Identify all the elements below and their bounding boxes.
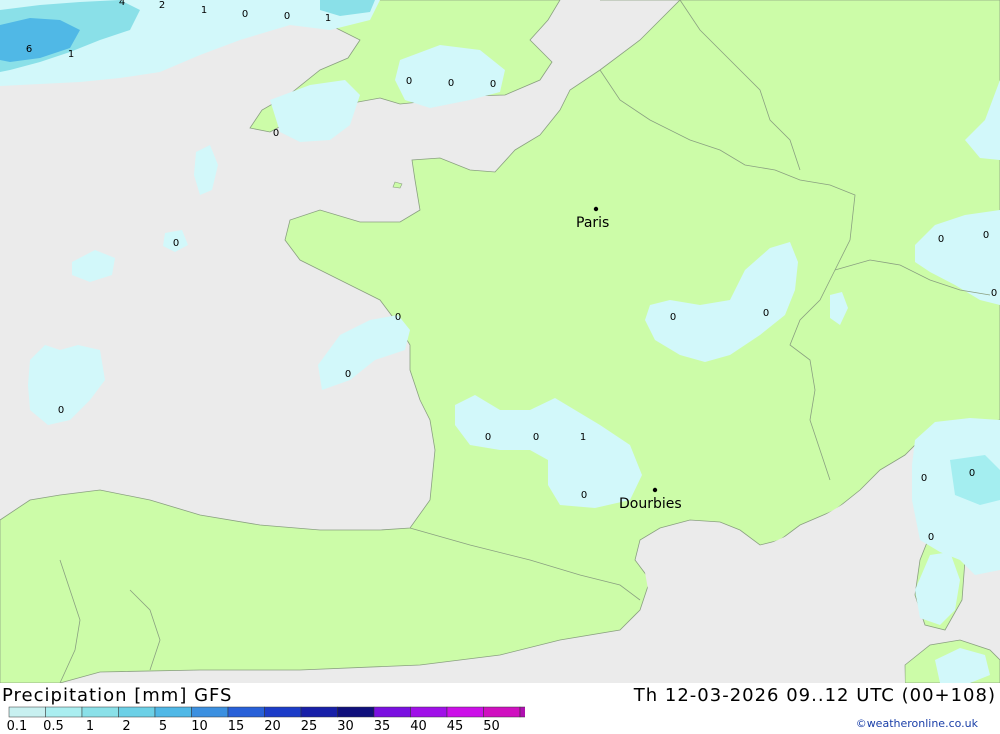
legend-swatch	[154, 706, 192, 718]
value-label: 0	[485, 432, 491, 443]
value-label: 0	[938, 234, 944, 245]
value-label: 2	[159, 0, 165, 11]
value-label: 4	[119, 0, 125, 8]
value-label: 0	[969, 468, 975, 479]
legend-tick-label: 30	[337, 719, 354, 734]
legend-swatch	[227, 706, 265, 718]
value-label: 0	[983, 230, 989, 241]
city-label: Paris	[576, 215, 609, 231]
legend-tick-label: 35	[373, 719, 391, 734]
value-label: 0	[242, 9, 248, 20]
legend-tick-label: 10	[191, 719, 208, 734]
legend-tick-label: 2	[122, 719, 131, 734]
value-label: 0	[581, 490, 587, 501]
legend-tick-label: 40	[410, 719, 427, 734]
legend-swatch	[519, 706, 525, 718]
city-marker	[652, 487, 658, 493]
value-label: 0	[928, 532, 934, 543]
credit-link[interactable]: ©weatheronline.co.uk	[856, 717, 978, 730]
legend-tick-label: 20	[264, 719, 281, 734]
color-legend	[8, 706, 525, 718]
city-label: Dourbies	[619, 496, 682, 512]
value-label: 0	[284, 11, 290, 22]
map-footer: Precipitation [mm] GFS Th 12-03-2026 09.…	[0, 683, 1000, 734]
legend-tick-label: 0.5	[43, 719, 64, 734]
precipitation-map: 4 2 1 0 0 1 6 1 0 0 0 0 0 0 0 0 0 0 0 0 …	[0, 0, 1000, 683]
value-label: 0	[406, 76, 412, 87]
legend-swatch	[118, 706, 156, 718]
value-label: 6	[26, 44, 32, 55]
value-label: 0	[345, 369, 351, 380]
map-title: Precipitation [mm] GFS	[2, 685, 233, 706]
legend-tick-label: 45	[446, 719, 464, 734]
value-label: 0	[490, 79, 496, 90]
value-label: 0	[448, 78, 454, 89]
legend-swatch	[410, 706, 448, 718]
value-label: 0	[991, 288, 997, 299]
legend-tick-label: 50	[483, 719, 500, 734]
legend-tick-label: 1	[85, 719, 95, 734]
legend-swatch	[264, 706, 302, 718]
city-marker	[593, 206, 599, 212]
legend-swatch	[337, 706, 375, 718]
value-label: 0	[395, 312, 401, 323]
legend-tick-label: 0.1	[6, 719, 28, 734]
legend-swatch	[373, 706, 411, 718]
value-label: 1	[580, 432, 586, 443]
value-label: 1	[68, 49, 74, 60]
value-label: 0	[58, 405, 64, 416]
legend-tick-label: 25	[300, 719, 318, 734]
legend-swatch	[191, 706, 229, 718]
value-label: 1	[325, 13, 331, 24]
value-label: 1	[201, 5, 207, 16]
legend-swatch	[81, 706, 119, 718]
legend-tick-label: 15	[227, 719, 245, 734]
value-label: 0	[173, 238, 179, 249]
value-label: 0	[670, 312, 676, 323]
value-label: 0	[273, 128, 279, 139]
legend-ticks: 0.1 0.5 1 2 5 10 15 20 25 30 35 40 45 50	[0, 719, 520, 734]
valid-time: Th 12-03-2026 09..12 UTC (00+108)	[633, 685, 996, 706]
value-label: 0	[921, 473, 927, 484]
legend-swatch	[446, 706, 484, 718]
legend-swatch	[45, 706, 83, 718]
value-label: 0	[763, 308, 769, 319]
legend-tick-label: 5	[158, 719, 168, 734]
legend-swatch	[483, 706, 521, 718]
legend-swatch	[300, 706, 338, 718]
value-label: 0	[533, 432, 539, 443]
legend-swatch	[8, 706, 46, 718]
